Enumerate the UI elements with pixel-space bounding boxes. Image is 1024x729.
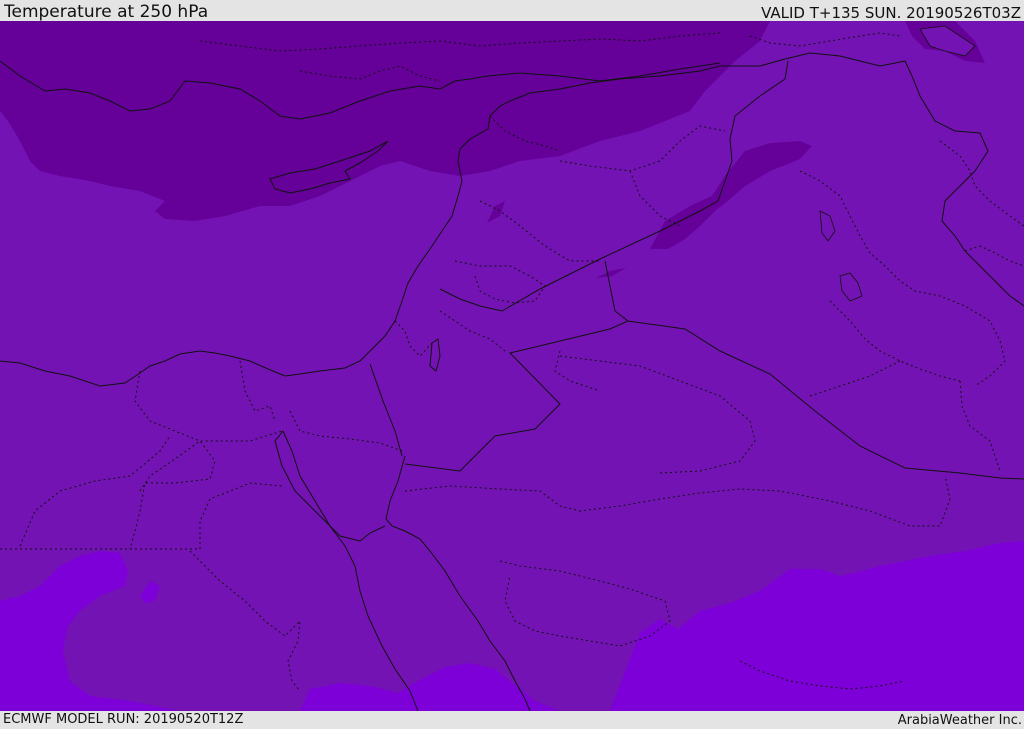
footer-bar: ECMWF MODEL RUN: 20190520T12Z ArabiaWeat…: [0, 711, 1024, 729]
valid-time-label: VALID T+135 SUN. 20190526T03Z: [761, 4, 1021, 22]
credit-label: ArabiaWeather Inc.: [897, 713, 1022, 728]
map-frame: Temperature at 250 hPa VALID T+135 SUN. …: [0, 0, 1024, 729]
model-run-label: ECMWF MODEL RUN: 20190520T12Z: [3, 712, 244, 727]
map-title: Temperature at 250 hPa: [4, 2, 209, 22]
header-bar: Temperature at 250 hPa VALID T+135 SUN. …: [0, 0, 1024, 21]
temperature-map: [0, 21, 1024, 711]
